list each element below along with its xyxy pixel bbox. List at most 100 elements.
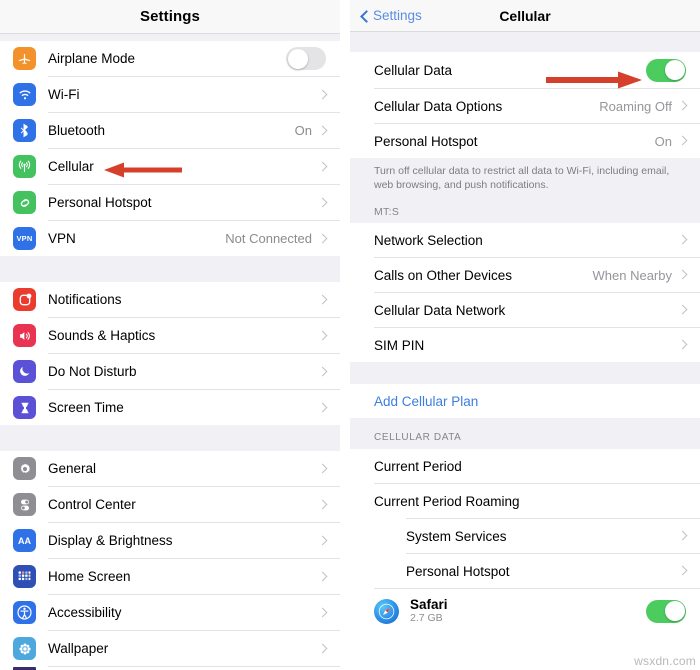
chevron-right-icon [319, 402, 326, 414]
sidebar-item-vpn[interactable]: VPN VPN Not Connected [0, 221, 340, 256]
chevron-right-icon [319, 607, 326, 619]
row-label: Current Period Roaming [374, 493, 520, 509]
settings-split-view: Settings Airplane Mode Wi-Fi Bluetooth O… [0, 0, 700, 670]
sidebar-item-home-screen[interactable]: Home Screen [0, 559, 340, 594]
row-system-services[interactable]: System Services [350, 519, 700, 554]
sidebar-item-value: On [294, 123, 312, 138]
watermark: wsxdn.com [634, 654, 696, 668]
chevron-right-icon [319, 330, 326, 342]
sidebar-item-label: Do Not Disturb [48, 364, 137, 379]
display-brightness-icon: AA [13, 529, 36, 552]
sidebar-item-airplane-mode[interactable]: Airplane Mode [0, 41, 340, 76]
right-nav-bar: Settings Cellular [350, 0, 700, 31]
sidebar-item-bluetooth[interactable]: Bluetooth On [0, 113, 340, 148]
section-gap [350, 32, 700, 52]
row-app-safari[interactable]: Safari 2.7 GB [350, 589, 700, 634]
row-cellular-data-network[interactable]: Cellular Data Network [350, 293, 700, 328]
row-value: When Nearby [592, 267, 672, 283]
sidebar-item-label: Wi-Fi [48, 87, 80, 102]
row-cellular-data[interactable]: Cellular Data [350, 52, 700, 88]
personal-hotspot-icon [13, 191, 36, 214]
sidebar-item-label: Display & Brightness [48, 533, 173, 548]
sidebar-item-label: Bluetooth [48, 123, 106, 138]
row-personal-hotspot[interactable]: Personal Hotspot On [350, 124, 700, 158]
sidebar-item-label: Personal Hotspot [48, 195, 152, 210]
chevron-right-icon [319, 643, 326, 655]
back-button-label: Settings [373, 8, 422, 23]
airplane-mode-toggle[interactable] [286, 47, 326, 70]
sidebar-item-label: Control Center [48, 497, 136, 512]
section-gap [0, 425, 340, 451]
row-label: Personal Hotspot [374, 133, 478, 149]
sidebar-item-label: VPN [48, 231, 76, 246]
row-current-period-roaming[interactable]: Current Period Roaming [350, 484, 700, 519]
row-label: Calls on Other Devices [374, 267, 513, 283]
carrier-group: Network Selection Calls on Other Devices… [350, 223, 700, 363]
control-center-icon [13, 493, 36, 516]
sidebar-item-control-center[interactable]: Control Center [0, 487, 340, 522]
sidebar-item-notifications[interactable]: Notifications [0, 282, 340, 317]
chevron-right-icon [319, 233, 326, 245]
page-title: Settings [140, 8, 200, 25]
cellular-data-usage-header: CELLULAR DATA [350, 418, 700, 450]
sidebar-item-wifi[interactable]: Wi-Fi [0, 77, 340, 112]
accessibility-icon [13, 601, 36, 624]
settings-list-panel: Settings Airplane Mode Wi-Fi Bluetooth O… [0, 0, 340, 670]
chevron-right-icon [319, 294, 326, 306]
back-button[interactable]: Settings [360, 8, 422, 23]
chevron-right-icon [319, 535, 326, 547]
sidebar-item-wallpaper[interactable]: Wallpaper [0, 631, 340, 666]
chevron-right-icon [319, 125, 326, 137]
safari-cellular-toggle[interactable] [646, 599, 686, 623]
sidebar-item-label: Sounds & Haptics [48, 328, 156, 343]
row-calls-on-other-devices[interactable]: Calls on Other Devices When Nearby [350, 258, 700, 293]
row-label: Current Period [374, 458, 462, 474]
row-sim-pin[interactable]: SIM PIN [350, 328, 700, 363]
sidebar-item-accessibility[interactable]: Accessibility [0, 595, 340, 630]
app-name: Safari [410, 596, 448, 612]
row-label: Cellular Data [374, 62, 453, 78]
chevron-right-icon [679, 339, 686, 351]
sidebar-item-sounds-haptics[interactable]: Sounds & Haptics [0, 318, 340, 353]
sidebar-item-label: Airplane Mode [48, 51, 136, 66]
row-cellular-data-options[interactable]: Cellular Data Options Roaming Off [350, 89, 700, 123]
row-current-period[interactable]: Current Period [350, 449, 700, 484]
sidebar-item-personal-hotspot[interactable]: Personal Hotspot [0, 185, 340, 220]
left-nav-bar: Settings [0, 0, 340, 33]
vpn-icon: VPN [13, 227, 36, 250]
carrier-group-header: MT:S [350, 196, 700, 224]
chevron-right-icon [319, 463, 326, 475]
sidebar-item-do-not-disturb[interactable]: Do Not Disturb [0, 354, 340, 389]
safari-compass-icon [374, 598, 399, 624]
row-label: Cellular Data Options [374, 98, 503, 114]
chevron-left-icon [360, 9, 369, 23]
bluetooth-icon [13, 119, 36, 142]
row-value: On [654, 133, 672, 149]
do-not-disturb-icon [13, 360, 36, 383]
chevron-right-icon [679, 234, 686, 246]
settings-group-system: General Control Center AA Display & Brig… [0, 451, 340, 670]
row-add-cellular-plan[interactable]: Add Cellular Plan [350, 384, 700, 419]
chevron-right-icon [679, 565, 686, 577]
sidebar-item-display-brightness[interactable]: AA Display & Brightness [0, 523, 340, 558]
sidebar-item-general[interactable]: General [0, 451, 340, 486]
chevron-right-icon [679, 269, 686, 281]
chevron-right-icon [319, 89, 326, 101]
sidebar-item-label: Home Screen [48, 569, 131, 584]
sidebar-item-screen-time[interactable]: Screen Time [0, 390, 340, 425]
chevron-right-icon [679, 304, 686, 316]
chevron-right-icon [679, 530, 686, 542]
wifi-icon [13, 83, 36, 106]
cellular-data-group: Cellular Data Cellular Data Options Roam… [350, 52, 700, 158]
cellular-usage-group: Current Period Current Period Roaming Sy… [350, 449, 700, 634]
row-network-selection[interactable]: Network Selection [350, 223, 700, 258]
wallpaper-icon [13, 637, 36, 660]
airplane-icon [13, 47, 36, 70]
cellular-data-footnote: Turn off cellular data to restrict all d… [350, 158, 700, 197]
sidebar-item-cellular[interactable]: Cellular [0, 149, 340, 184]
cellular-data-toggle[interactable] [646, 58, 686, 82]
app-data-usage: 2.7 GB [410, 612, 443, 625]
section-gap [0, 256, 340, 282]
chevron-right-icon [319, 197, 326, 209]
row-usage-personal-hotspot[interactable]: Personal Hotspot [350, 554, 700, 589]
